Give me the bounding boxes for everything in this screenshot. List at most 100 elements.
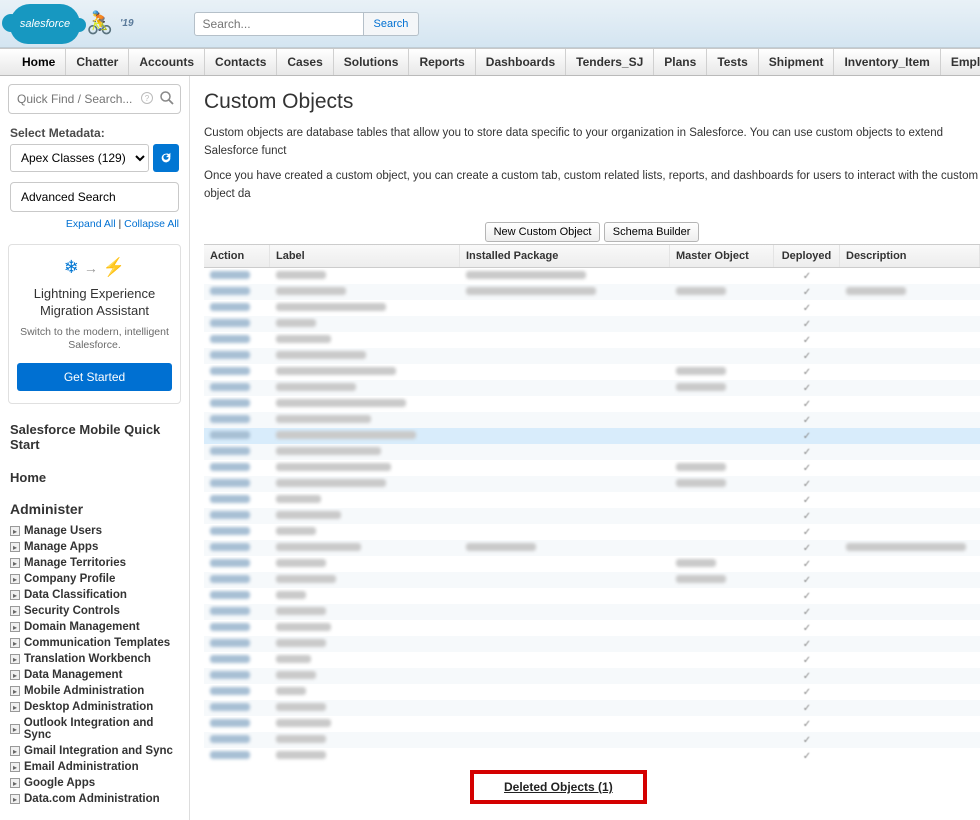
refresh-button[interactable] — [153, 144, 179, 172]
expand-icon[interactable]: ▸ — [10, 606, 20, 616]
table-row[interactable]: ✓ — [204, 284, 980, 300]
col-action[interactable]: Action — [204, 245, 270, 267]
table-row[interactable]: ✓ — [204, 588, 980, 604]
admin-tree-item[interactable]: ▸Mobile Administration — [6, 683, 183, 699]
table-row[interactable]: ✓ — [204, 380, 980, 396]
search-icon[interactable] — [159, 90, 175, 106]
nav-tab[interactable]: Home — [12, 49, 66, 75]
expand-icon[interactable]: ▸ — [10, 686, 20, 696]
mobile-quickstart-link[interactable]: Salesforce Mobile Quick Start — [0, 410, 189, 458]
table-row[interactable]: ✓ — [204, 524, 980, 540]
home-link[interactable]: Home — [0, 458, 189, 491]
salesforce-logo[interactable]: salesforce — [10, 4, 80, 44]
table-row[interactable]: ✓ — [204, 748, 980, 764]
nav-tab[interactable]: Solutions — [334, 49, 410, 75]
metadata-select[interactable]: Apex Classes (129) — [10, 144, 149, 172]
nav-tab[interactable]: Reports — [409, 49, 475, 75]
col-master-object[interactable]: Master Object — [670, 245, 774, 267]
table-row[interactable]: ✓ — [204, 428, 980, 444]
table-row[interactable]: ✓ — [204, 732, 980, 748]
expand-icon[interactable]: ▸ — [10, 670, 20, 680]
nav-tab[interactable]: Dashboards — [476, 49, 566, 75]
admin-tree-item[interactable]: ▸Gmail Integration and Sync — [6, 743, 183, 759]
expand-icon[interactable]: ▸ — [10, 638, 20, 648]
expand-icon[interactable]: ▸ — [10, 526, 20, 536]
nav-tab[interactable]: Cases — [277, 49, 333, 75]
table-row[interactable]: ✓ — [204, 444, 980, 460]
table-row[interactable]: ✓ — [204, 476, 980, 492]
admin-tree-item[interactable]: ▸Communication Templates — [6, 635, 183, 651]
admin-tree-item[interactable]: ▸Google Apps — [6, 775, 183, 791]
admin-tree-item[interactable]: ▸Security Controls — [6, 603, 183, 619]
expand-icon[interactable]: ▸ — [10, 590, 20, 600]
table-row[interactable]: ✓ — [204, 492, 980, 508]
table-row[interactable]: ✓ — [204, 652, 980, 668]
expand-all-link[interactable]: Expand All — [66, 218, 116, 230]
expand-icon[interactable]: ▸ — [10, 746, 20, 756]
table-row[interactable]: ✓ — [204, 348, 980, 364]
admin-tree-item[interactable]: ▸Data Classification — [6, 587, 183, 603]
admin-tree-item[interactable]: ▸Manage Territories — [6, 555, 183, 571]
table-row[interactable]: ✓ — [204, 716, 980, 732]
table-row[interactable]: ✓ — [204, 700, 980, 716]
expand-icon[interactable]: ▸ — [10, 794, 20, 804]
nav-tab[interactable]: Tests — [707, 49, 758, 75]
nav-tab[interactable]: Tenders_SJ — [566, 49, 654, 75]
admin-tree-item[interactable]: ▸Desktop Administration — [6, 699, 183, 715]
table-row[interactable]: ✓ — [204, 620, 980, 636]
table-row[interactable]: ✓ — [204, 364, 980, 380]
quick-find-input[interactable] — [8, 84, 181, 114]
col-label[interactable]: Label — [270, 245, 460, 267]
admin-tree-item[interactable]: ▸Email Administration — [6, 759, 183, 775]
expand-icon[interactable]: ▸ — [10, 558, 20, 568]
expand-icon[interactable]: ▸ — [10, 724, 20, 734]
table-row[interactable]: ✓ — [204, 268, 980, 284]
table-row[interactable]: ✓ — [204, 668, 980, 684]
new-custom-object-button[interactable]: New Custom Object — [485, 222, 601, 242]
admin-tree-item[interactable]: ▸Domain Management — [6, 619, 183, 635]
col-installed-package[interactable]: Installed Package — [460, 245, 670, 267]
admin-tree-item[interactable]: ▸Translation Workbench — [6, 651, 183, 667]
table-row[interactable]: ✓ — [204, 332, 980, 348]
table-row[interactable]: ✓ — [204, 572, 980, 588]
table-row[interactable]: ✓ — [204, 540, 980, 556]
table-row[interactable]: ✓ — [204, 604, 980, 620]
nav-tab[interactable]: Chatter — [66, 49, 129, 75]
table-row[interactable]: ✓ — [204, 508, 980, 524]
expand-icon[interactable]: ▸ — [10, 762, 20, 772]
get-started-button[interactable]: Get Started — [17, 363, 172, 391]
search-button[interactable]: Search — [364, 12, 420, 36]
deleted-objects-link[interactable]: Deleted Objects (1) — [504, 780, 613, 794]
help-icon[interactable]: ? — [141, 92, 153, 104]
admin-tree-item[interactable]: ▸Manage Apps — [6, 539, 183, 555]
nav-tab[interactable]: Shipment — [759, 49, 835, 75]
col-deployed[interactable]: Deployed — [774, 245, 840, 267]
nav-tab[interactable]: Contacts — [205, 49, 277, 75]
schema-builder-button[interactable]: Schema Builder — [604, 222, 700, 242]
table-row[interactable]: ✓ — [204, 460, 980, 476]
table-row[interactable]: ✓ — [204, 684, 980, 700]
admin-tree-item[interactable]: ▸Company Profile — [6, 571, 183, 587]
nav-tab[interactable]: Accounts — [129, 49, 205, 75]
admin-tree-item[interactable]: ▸Data.com Administration — [6, 791, 183, 807]
expand-icon[interactable]: ▸ — [10, 778, 20, 788]
nav-tab[interactable]: Inventory_Item — [834, 49, 940, 75]
admin-tree-item[interactable]: ▸Manage Users — [6, 523, 183, 539]
table-row[interactable]: ✓ — [204, 396, 980, 412]
table-row[interactable]: ✓ — [204, 636, 980, 652]
advanced-search-button[interactable]: Advanced Search — [10, 182, 179, 212]
admin-tree-item[interactable]: ▸Outlook Integration and Sync — [6, 715, 183, 743]
expand-icon[interactable]: ▸ — [10, 702, 20, 712]
expand-icon[interactable]: ▸ — [10, 542, 20, 552]
col-description[interactable]: Description — [840, 245, 980, 267]
expand-icon[interactable]: ▸ — [10, 622, 20, 632]
nav-tab[interactable]: Plans — [654, 49, 707, 75]
table-row[interactable]: ✓ — [204, 412, 980, 428]
expand-icon[interactable]: ▸ — [10, 654, 20, 664]
admin-tree-item[interactable]: ▸Data Management — [6, 667, 183, 683]
table-row[interactable]: ✓ — [204, 316, 980, 332]
nav-tab[interactable]: Employee Certification Details — [941, 49, 980, 75]
expand-icon[interactable]: ▸ — [10, 574, 20, 584]
table-row[interactable]: ✓ — [204, 556, 980, 572]
table-row[interactable]: ✓ — [204, 300, 980, 316]
